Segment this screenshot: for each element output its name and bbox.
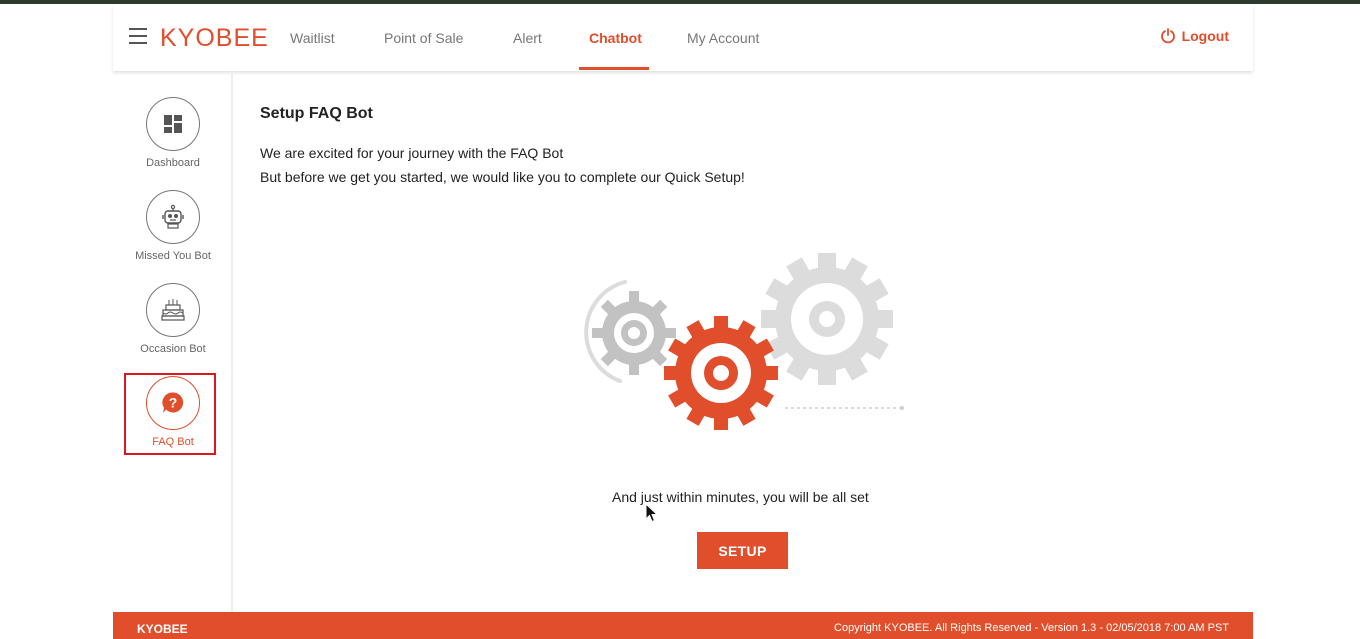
nav-alert[interactable]: Alert bbox=[513, 30, 542, 46]
nav-point-of-sale[interactable]: Point of Sale bbox=[384, 30, 463, 46]
sidebar-item-dashboard[interactable]: Dashboard bbox=[113, 97, 233, 169]
top-navbar: KYOBEE Waitlist Point of Sale Alert Chat… bbox=[113, 4, 1253, 71]
dashboard-icon bbox=[164, 115, 182, 133]
power-icon bbox=[1160, 28, 1175, 44]
mouse-cursor-icon bbox=[645, 503, 659, 523]
setup-button[interactable]: SETUP bbox=[697, 532, 788, 569]
sidebar-icon-circle bbox=[146, 190, 200, 244]
sidebar-item-label: Missed You Bot bbox=[135, 250, 211, 262]
sidebar-item-missed-you-bot[interactable]: Missed You Bot bbox=[113, 190, 233, 262]
footer: KYOBEE Copyright KYOBEE. All Rights Rese… bbox=[113, 612, 1253, 639]
sidebar-item-occasion-bot[interactable]: Occasion Bot bbox=[113, 283, 233, 355]
sidebar-item-label: Occasion Bot bbox=[140, 343, 206, 355]
sidebar: Dashboard Missed You Bot Occasion Bot ? … bbox=[113, 71, 233, 612]
main-content: Setup FAQ Bot We are excited for your jo… bbox=[260, 71, 1240, 612]
selection-highlight bbox=[124, 373, 216, 455]
active-nav-indicator bbox=[579, 67, 649, 70]
cake-icon bbox=[161, 299, 185, 321]
sidebar-item-label: Dashboard bbox=[146, 157, 200, 169]
sidebar-icon-circle bbox=[146, 97, 200, 151]
logout-label: Logout bbox=[1181, 28, 1229, 44]
sidebar-icon-circle bbox=[146, 283, 200, 337]
intro-line-1: We are excited for your journey with the… bbox=[260, 145, 564, 161]
hamburger-menu-icon[interactable] bbox=[129, 28, 147, 44]
footer-copyright: Copyright KYOBEE. All Rights Reserved - … bbox=[834, 622, 1229, 634]
footer-brand: KYOBEE bbox=[137, 622, 188, 636]
nav-chatbot[interactable]: Chatbot bbox=[589, 30, 642, 46]
intro-text: We are excited for your journey with the… bbox=[260, 141, 745, 189]
nav-my-account[interactable]: My Account bbox=[687, 30, 759, 46]
nav-waitlist[interactable]: Waitlist bbox=[290, 30, 335, 46]
logout-button[interactable]: Logout bbox=[1160, 28, 1229, 44]
brand-logo[interactable]: KYOBEE bbox=[160, 24, 269, 53]
gears-illustration bbox=[584, 253, 904, 430]
intro-line-2: But before we get you started, we would … bbox=[260, 169, 745, 185]
page-title: Setup FAQ Bot bbox=[260, 105, 373, 122]
robot-icon bbox=[162, 204, 184, 229]
